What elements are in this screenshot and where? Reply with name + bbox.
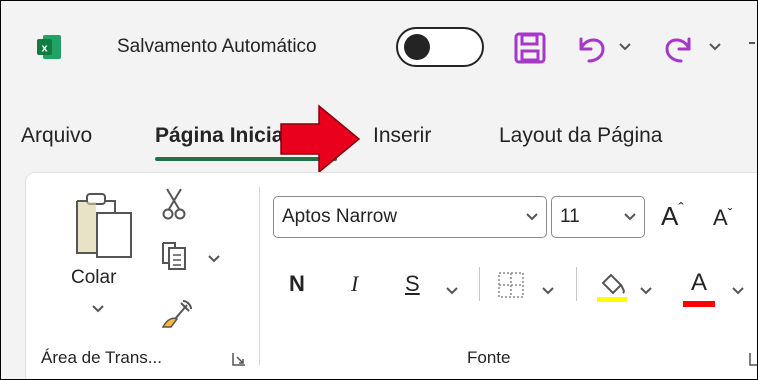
customize-toolbar-icon[interactable] xyxy=(747,41,757,53)
copy-dropdown-icon[interactable] xyxy=(207,253,221,265)
paste-label[interactable]: Colar xyxy=(71,267,116,289)
italic-button[interactable]: I xyxy=(351,271,358,297)
excel-window: x Salvamento Automático Arquivo Página I… xyxy=(0,0,758,380)
tab-pagina-inicial[interactable]: Página Inicial xyxy=(155,121,289,151)
cut-icon[interactable] xyxy=(159,187,189,221)
borders-icon[interactable] xyxy=(497,271,525,299)
undo-icon[interactable] xyxy=(573,29,609,65)
underline-button[interactable]: S xyxy=(405,271,420,297)
fill-color-icon[interactable] xyxy=(595,267,629,303)
decrease-font-size-button[interactable]: Aˇ xyxy=(713,205,732,231)
underline-dropdown-icon[interactable] xyxy=(445,285,459,297)
title-bar: x Salvamento Automático xyxy=(1,1,757,97)
font-color-dropdown-icon[interactable] xyxy=(731,285,745,297)
font-group-label: Fonte xyxy=(467,348,511,367)
tab-layout-da-pagina[interactable]: Layout da Página xyxy=(499,121,662,151)
fill-color-dropdown-icon[interactable] xyxy=(639,285,653,297)
borders-dropdown-icon[interactable] xyxy=(541,285,555,297)
redo-icon[interactable] xyxy=(661,29,697,65)
format-painter-icon[interactable] xyxy=(157,297,193,333)
toolbar-separator xyxy=(576,267,577,301)
font-dialog-launcher-icon[interactable] xyxy=(749,352,758,366)
font-size-dropdown-icon[interactable] xyxy=(622,207,638,225)
paste-icon[interactable] xyxy=(69,187,139,263)
increase-caret-icon: ˆ xyxy=(678,201,684,218)
svg-text:x: x xyxy=(41,43,48,55)
paste-dropdown-icon[interactable] xyxy=(91,303,105,315)
redo-dropdown-icon[interactable] xyxy=(708,41,722,53)
font-size-value: 11 xyxy=(560,206,580,227)
decrease-caret-icon: ˇ xyxy=(727,205,733,221)
save-icon[interactable] xyxy=(513,31,547,65)
font-color-swatch xyxy=(683,301,715,307)
tab-arquivo[interactable]: Arquivo xyxy=(21,121,92,151)
font-name-value: Aptos Narrow xyxy=(282,206,398,227)
copy-icon[interactable] xyxy=(159,239,189,273)
font-size-combobox[interactable]: 11 xyxy=(551,196,645,238)
annotation-arrow xyxy=(280,104,361,174)
undo-dropdown-icon[interactable] xyxy=(618,41,632,53)
clipboard-group-label: Área de Trans... xyxy=(41,348,162,367)
toolbar-separator xyxy=(479,267,480,301)
autosave-toggle[interactable] xyxy=(396,27,484,67)
toggle-knob xyxy=(404,34,430,60)
tab-inserir[interactable]: Inserir xyxy=(373,121,431,151)
font-color-button[interactable]: A xyxy=(691,269,707,297)
clipboard-dialog-launcher-icon[interactable] xyxy=(232,352,246,366)
excel-icon: x xyxy=(37,35,61,59)
group-separator xyxy=(259,187,260,365)
font-name-dropdown-icon[interactable] xyxy=(524,207,540,225)
autosave-label: Salvamento Automático xyxy=(117,36,317,57)
bold-button[interactable]: N xyxy=(289,271,305,297)
increase-font-size-button[interactable]: Aˆ xyxy=(661,201,684,232)
font-name-combobox[interactable]: Aptos Narrow xyxy=(273,196,547,238)
